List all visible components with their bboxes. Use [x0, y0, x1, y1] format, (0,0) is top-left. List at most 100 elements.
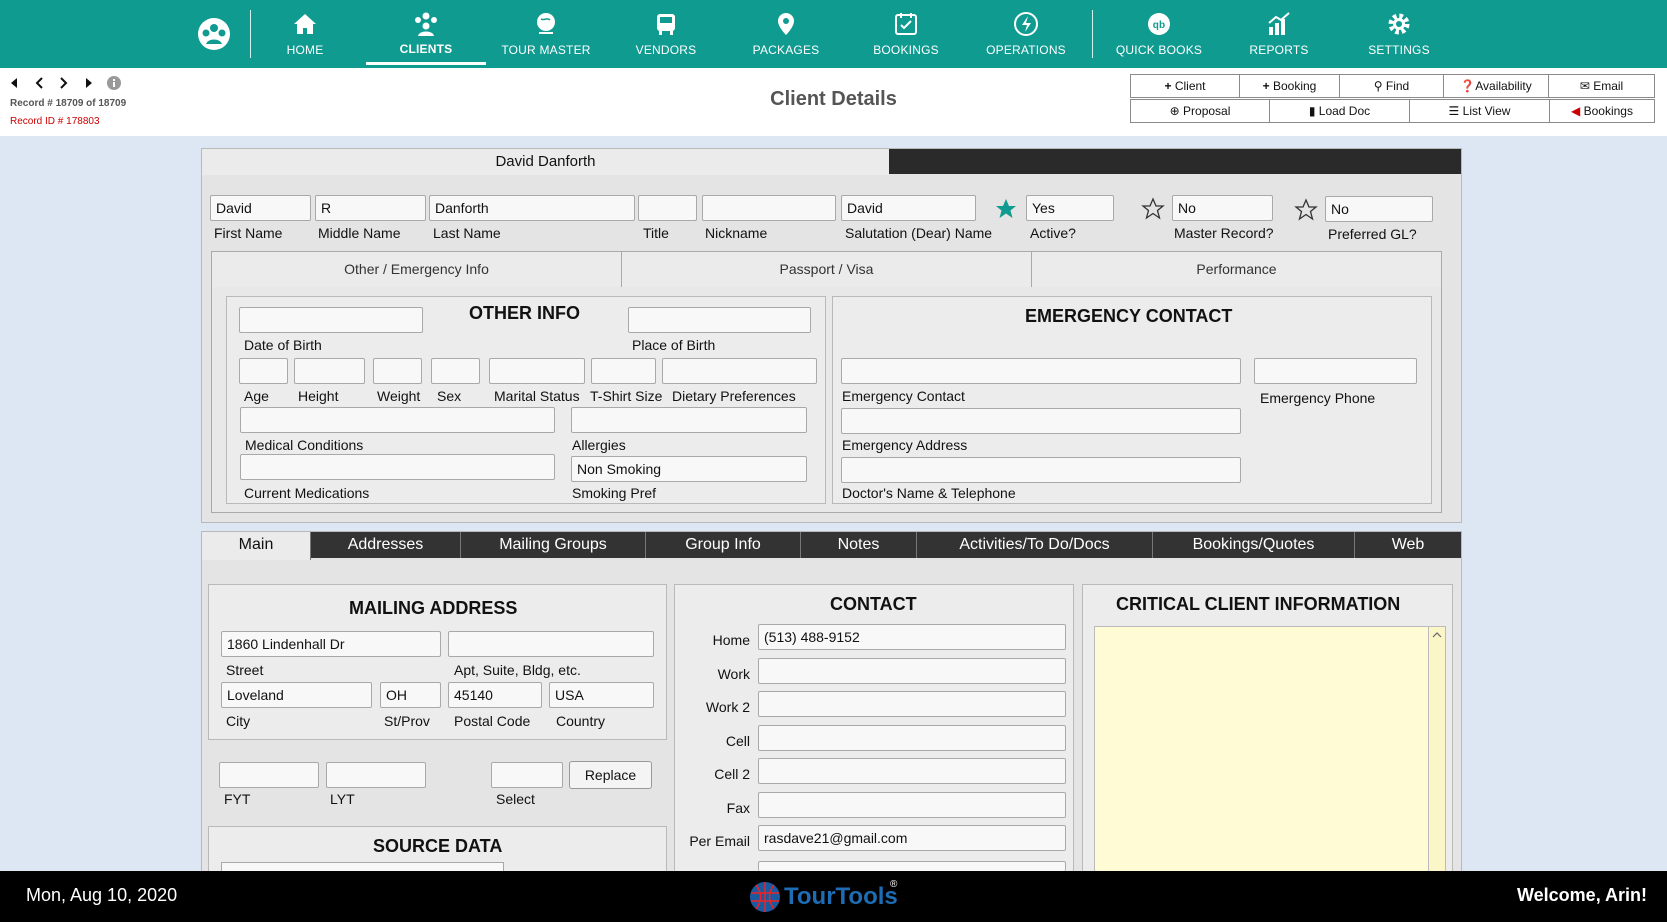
list-view-button[interactable]: ☰ List View	[1409, 99, 1550, 123]
emergency-contact-field[interactable]	[841, 358, 1241, 384]
nav-label: HOME	[286, 43, 324, 57]
critical-info-scrollbar[interactable]	[1428, 626, 1446, 876]
availability-button[interactable]: ❓Availability	[1443, 74, 1549, 98]
postal-code-label: Postal Code	[454, 713, 531, 729]
date-of-birth-field[interactable]	[239, 307, 423, 333]
preferred-gl-label: Preferred GL?	[1328, 226, 1417, 242]
contact-field-home[interactable]: (513) 488-9152	[758, 624, 1066, 650]
app-logo-icon[interactable]	[196, 16, 232, 52]
add-booking-button[interactable]: + Booking	[1239, 74, 1340, 98]
postal-code-field[interactable]: 45140	[448, 682, 542, 708]
nav-settings[interactable]: SETTINGS	[1339, 0, 1459, 68]
contact-field-work-2[interactable]	[758, 691, 1066, 717]
country-label: Country	[556, 713, 606, 729]
current-medications-field[interactable]	[240, 454, 555, 480]
nav-clients[interactable]: CLIENTS	[366, 0, 486, 65]
age-label: Age	[244, 388, 269, 404]
age-field[interactable]	[239, 358, 288, 384]
nav-vendors[interactable]: VENDORS	[606, 0, 726, 68]
bookings-button[interactable]: ◀ Bookings	[1549, 99, 1655, 123]
critical-info-textarea[interactable]	[1094, 626, 1429, 876]
proposal-button[interactable]: ⊕ Proposal	[1130, 99, 1270, 123]
tab-notes[interactable]: Notes	[801, 532, 917, 558]
load-doc-button[interactable]: ▮ Load Doc	[1269, 99, 1410, 123]
nav-quick-books[interactable]: qb QUICK BOOKS	[1099, 0, 1219, 68]
home-icon	[294, 14, 316, 34]
nav-packages[interactable]: PACKAGES	[726, 0, 846, 68]
sex-field[interactable]	[431, 358, 480, 384]
email-button[interactable]: ✉ Email	[1548, 74, 1655, 98]
title-label: Title	[643, 225, 669, 241]
nickname-label: Nickname	[705, 225, 768, 241]
contact-field-cell[interactable]	[758, 724, 1066, 751]
nav-bookings[interactable]: BOOKINGS	[846, 0, 966, 68]
country-field[interactable]: USA	[549, 682, 654, 708]
contact-field-cell-2[interactable]	[758, 758, 1066, 784]
contact-field-next[interactable]	[758, 861, 1066, 871]
contact-field-per-email[interactable]: rasdave21@gmail.com	[758, 825, 1066, 851]
tab-bookings-quotes[interactable]: Bookings/Quotes	[1153, 532, 1355, 558]
weight-field[interactable]	[373, 358, 422, 384]
nickname-field[interactable]	[702, 195, 836, 221]
add-client-button[interactable]: + Client	[1130, 74, 1240, 98]
select-field[interactable]	[491, 762, 563, 788]
preferred-gl-star-icon[interactable]	[1294, 198, 1318, 222]
other-info-heading: OTHER INFO	[469, 303, 580, 323]
replace-button[interactable]: Replace	[569, 761, 652, 789]
street-label: Street	[226, 662, 264, 678]
state-field[interactable]: OH	[380, 682, 441, 708]
allergies-field[interactable]	[571, 407, 807, 433]
emergency-phone-field[interactable]	[1254, 358, 1417, 384]
contact-row-label: Work 2	[705, 699, 750, 715]
marital-status-field[interactable]	[489, 358, 585, 384]
master-record-field[interactable]: No	[1172, 195, 1273, 221]
nav-home[interactable]: HOME	[245, 0, 365, 68]
tab-group-info[interactable]: Group Info	[646, 532, 801, 558]
title-field[interactable]	[638, 195, 697, 221]
doctor-field[interactable]	[841, 457, 1241, 483]
nav-label: OPERATIONS	[986, 43, 1066, 57]
client-name-tab[interactable]: David Danforth	[202, 149, 889, 175]
active-star-icon[interactable]	[994, 197, 1018, 221]
last-name-field[interactable]: Danforth	[429, 195, 635, 221]
city-field[interactable]: Loveland	[221, 682, 372, 708]
nav-operations[interactable]: OPERATIONS	[966, 0, 1086, 68]
middle-name-field[interactable]: R	[315, 195, 426, 221]
nav-label: TOUR MASTER	[501, 43, 591, 57]
tab-other-emergency[interactable]: Other / Emergency Info	[212, 252, 622, 287]
tshirt-size-field[interactable]	[591, 358, 656, 384]
critical-info-heading: CRITICAL CLIENT INFORMATION	[1116, 594, 1401, 614]
contact-row-label: Home	[712, 632, 750, 648]
plus-circle-icon: ⊕	[1169, 104, 1180, 118]
active-field[interactable]: Yes	[1026, 195, 1114, 221]
lyt-field[interactable]	[326, 762, 426, 788]
fyt-field[interactable]	[219, 762, 319, 788]
tab-mailing-groups[interactable]: Mailing Groups	[461, 532, 646, 558]
dietary-preferences-field[interactable]	[662, 358, 817, 384]
street-field[interactable]: 1860 Lindenhall Dr	[221, 631, 441, 657]
apt-field[interactable]	[448, 631, 654, 657]
tab-passport-visa[interactable]: Passport / Visa	[622, 252, 1032, 287]
preferred-gl-field[interactable]: No	[1325, 196, 1433, 222]
nav-tour-master[interactable]: TOUR MASTER	[486, 0, 606, 68]
height-field[interactable]	[294, 358, 365, 384]
emergency-address-field[interactable]	[841, 408, 1241, 434]
smoking-pref-field[interactable]: Non Smoking	[571, 456, 807, 482]
master-record-star-icon[interactable]	[1141, 197, 1165, 221]
document-icon: ▮	[1308, 104, 1316, 118]
tab-main[interactable]: Main	[202, 532, 311, 560]
contact-field-fax[interactable]	[758, 791, 1066, 818]
tab-activities[interactable]: Activities/To Do/Docs	[917, 532, 1153, 558]
medical-conditions-field[interactable]	[240, 407, 555, 433]
tab-web[interactable]: Web	[1355, 532, 1461, 558]
salutation-field[interactable]: David	[841, 195, 976, 221]
first-name-label: First Name	[214, 225, 283, 241]
find-button[interactable]: ⚲ Find	[1339, 74, 1444, 98]
tab-performance[interactable]: Performance	[1032, 252, 1442, 287]
scroll-up-icon[interactable]	[1431, 629, 1443, 641]
contact-field-work[interactable]	[758, 657, 1066, 684]
nav-reports[interactable]: REPORTS	[1219, 0, 1339, 68]
tab-addresses[interactable]: Addresses	[311, 532, 461, 558]
place-of-birth-field[interactable]	[628, 307, 811, 333]
first-name-field[interactable]: David	[210, 195, 311, 221]
